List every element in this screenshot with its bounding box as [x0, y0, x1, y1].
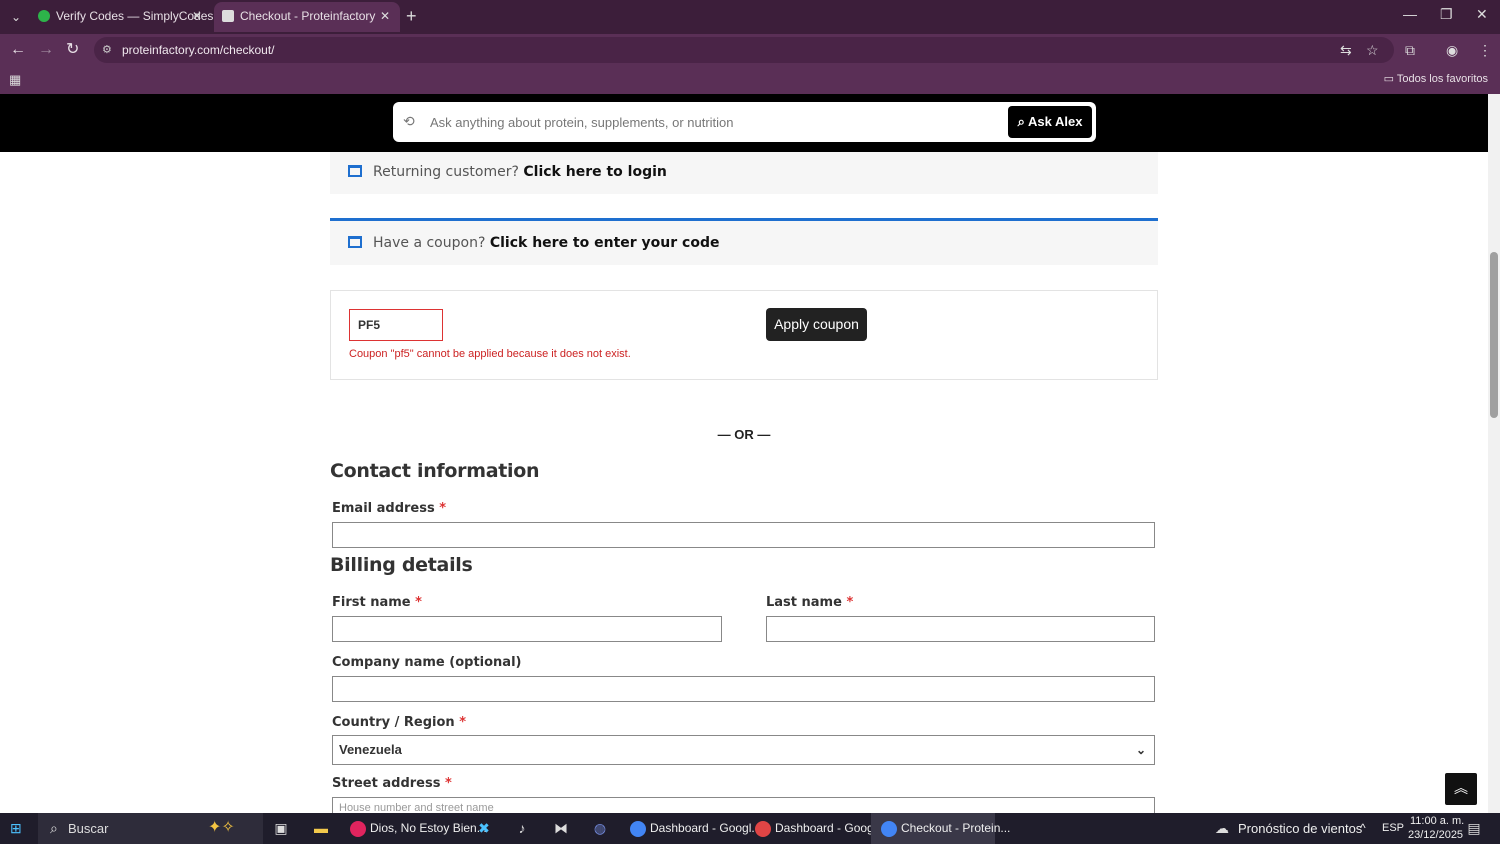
enter-code-link[interactable]: Click here to enter your code [490, 235, 720, 251]
last-name-field[interactable] [766, 616, 1155, 642]
ask-input-placeholder[interactable]: Ask anything about protein, supplements,… [430, 115, 734, 130]
close-window-icon[interactable]: ✕ [1476, 6, 1488, 23]
apply-coupon-button[interactable]: Apply coupon [766, 308, 867, 341]
file-explorer-icon[interactable]: ▬ [313, 820, 329, 836]
tab-search-icon[interactable]: ⌄ [6, 7, 26, 27]
new-tab-icon[interactable]: + [406, 6, 417, 26]
first-name-label: First name * [332, 595, 422, 610]
clock-time[interactable]: 11:00 a. m. [1410, 815, 1464, 827]
url-text: proteinfactory.com/checkout/ [122, 43, 275, 57]
taskbar-app[interactable]: Checkout - Protein... [881, 819, 1010, 841]
clock-date[interactable]: 23/12/2025 [1408, 829, 1463, 841]
search-icon: ⌕ [1017, 114, 1028, 129]
back-to-top-icon[interactable]: ︽ [1445, 773, 1477, 805]
all-bookmarks[interactable]: ▭ Todos los favoritos [1384, 72, 1488, 85]
minimize-icon[interactable]: — [1403, 6, 1417, 22]
email-label: Email address * [332, 501, 447, 516]
windows-taskbar: ⊞ ⌕ Buscar ✦✧ ▣ ▬ Dios, No Estoy Bien...… [0, 813, 1500, 844]
login-link[interactable]: Click here to login [523, 164, 666, 180]
bookmarks-bar: ▦ ▭ Todos los favoritos [0, 66, 1500, 94]
ask-search-box[interactable]: ⟲ Ask anything about protein, supplement… [393, 102, 1096, 142]
chevron-down-icon: ⌄ [1135, 743, 1146, 757]
discord-icon[interactable]: ◍ [592, 820, 608, 836]
window-icon [348, 165, 362, 177]
window-icon [348, 236, 362, 248]
notifications-icon[interactable]: ▤ [1466, 820, 1482, 836]
weather-icon[interactable]: ☁ [1214, 820, 1230, 836]
billing-heading: Billing details [330, 554, 473, 576]
country-label: Country / Region * [332, 715, 466, 730]
site-info-icon[interactable]: ⚙ [102, 43, 114, 56]
or-divider: — OR — [717, 427, 771, 442]
translate-icon[interactable]: ⇆ [1340, 42, 1352, 59]
restore-icon[interactable]: ❐ [1440, 6, 1453, 23]
tab-title: Verify Codes — SimplyCodes [56, 9, 214, 23]
language-indicator[interactable]: ESP [1382, 822, 1404, 834]
first-name-field[interactable] [332, 616, 722, 642]
back-icon[interactable]: ← [10, 40, 26, 60]
star-icon[interactable]: ☆ [1366, 42, 1379, 59]
page-viewport: ⟲ Ask anything about protein, supplement… [0, 94, 1500, 813]
coupon-form: PF5 Coupon "pf5" cannot be applied becau… [330, 290, 1158, 380]
browser-toolbar: ← → ↻ ⚙ proteinfactory.com/checkout/ ⇆ ☆… [0, 34, 1500, 66]
taskbar-app[interactable]: Dios, No Estoy Bien... [350, 819, 487, 841]
close-tab-icon[interactable]: ✕ [380, 2, 390, 30]
app-x-icon[interactable]: ✖ [476, 820, 492, 836]
coupon-notice: Have a coupon? Click here to enter your … [330, 218, 1158, 265]
tab-simplycodes[interactable]: Verify Codes — SimplyCodes ✕ [30, 2, 214, 32]
search-icon: ⌕ [50, 820, 58, 836]
history-icon[interactable]: ⟲ [403, 113, 415, 130]
task-view-icon[interactable]: ▣ [273, 820, 289, 836]
site-header: ⟲ Ask anything about protein, supplement… [0, 94, 1488, 152]
address-bar[interactable]: ⚙ proteinfactory.com/checkout/ [94, 37, 1394, 63]
coupon-error-message: Coupon "pf5" cannot be applied because i… [349, 348, 631, 360]
page-scrollbar[interactable] [1488, 94, 1500, 813]
forward-icon[interactable]: → [38, 40, 54, 60]
returning-prefix: Returning customer? [373, 164, 519, 180]
email-field[interactable] [332, 522, 1155, 548]
taskbar-app[interactable]: Dashboard - Googl... [630, 819, 761, 841]
coupon-prefix: Have a coupon? [373, 235, 486, 251]
country-select[interactable]: Venezuela ⌄ [332, 735, 1155, 765]
capcut-icon[interactable]: ⧓ [553, 820, 569, 836]
profile-avatar-icon[interactable]: ◉ [1446, 42, 1458, 59]
weather-text[interactable]: Pronóstico de vientos [1238, 821, 1362, 836]
apps-grid-icon[interactable]: ▦ [9, 72, 23, 87]
taskbar-app[interactable]: Dashboard - Googl... [755, 819, 886, 841]
taskbar-search[interactable]: ⌕ Buscar ✦✧ [38, 813, 263, 844]
scroll-thumb[interactable] [1490, 252, 1498, 418]
street-address-input[interactable]: House number and street name [332, 797, 1155, 813]
menu-icon[interactable]: ⋮ [1478, 42, 1492, 59]
simplycodes-favicon-icon [38, 10, 50, 22]
last-name-label: Last name * [766, 595, 854, 610]
street-label: Street address * [332, 776, 452, 791]
coupon-code-input[interactable]: PF5 [349, 309, 443, 341]
ask-alex-button[interactable]: ⌕ Ask Alex [1008, 106, 1092, 138]
proteinfactory-favicon-icon [222, 10, 234, 22]
search-highlight-icon: ✦✧ [208, 819, 235, 836]
tab-checkout[interactable]: Checkout - Proteinfactory ✕ [214, 2, 400, 32]
windows-start-icon[interactable]: ⊞ [10, 820, 26, 836]
tab-title: Checkout - Proteinfactory [240, 9, 376, 23]
company-label: Company name (optional) [332, 655, 522, 670]
chevron-up-icon[interactable]: ^ [1360, 821, 1366, 835]
tiktok-icon[interactable]: ♪ [514, 820, 530, 836]
browser-tab-bar: ⌄ Verify Codes — SimplyCodes ✕ Checkout … [0, 0, 1500, 34]
reload-icon[interactable]: ↻ [66, 40, 79, 60]
company-field[interactable] [332, 676, 1155, 702]
close-tab-icon[interactable]: ✕ [192, 2, 202, 30]
contact-heading: Contact information [330, 460, 540, 482]
returning-customer-notice: Returning customer? Click here to login [330, 152, 1158, 194]
extensions-icon[interactable]: ⧉ [1405, 42, 1415, 59]
